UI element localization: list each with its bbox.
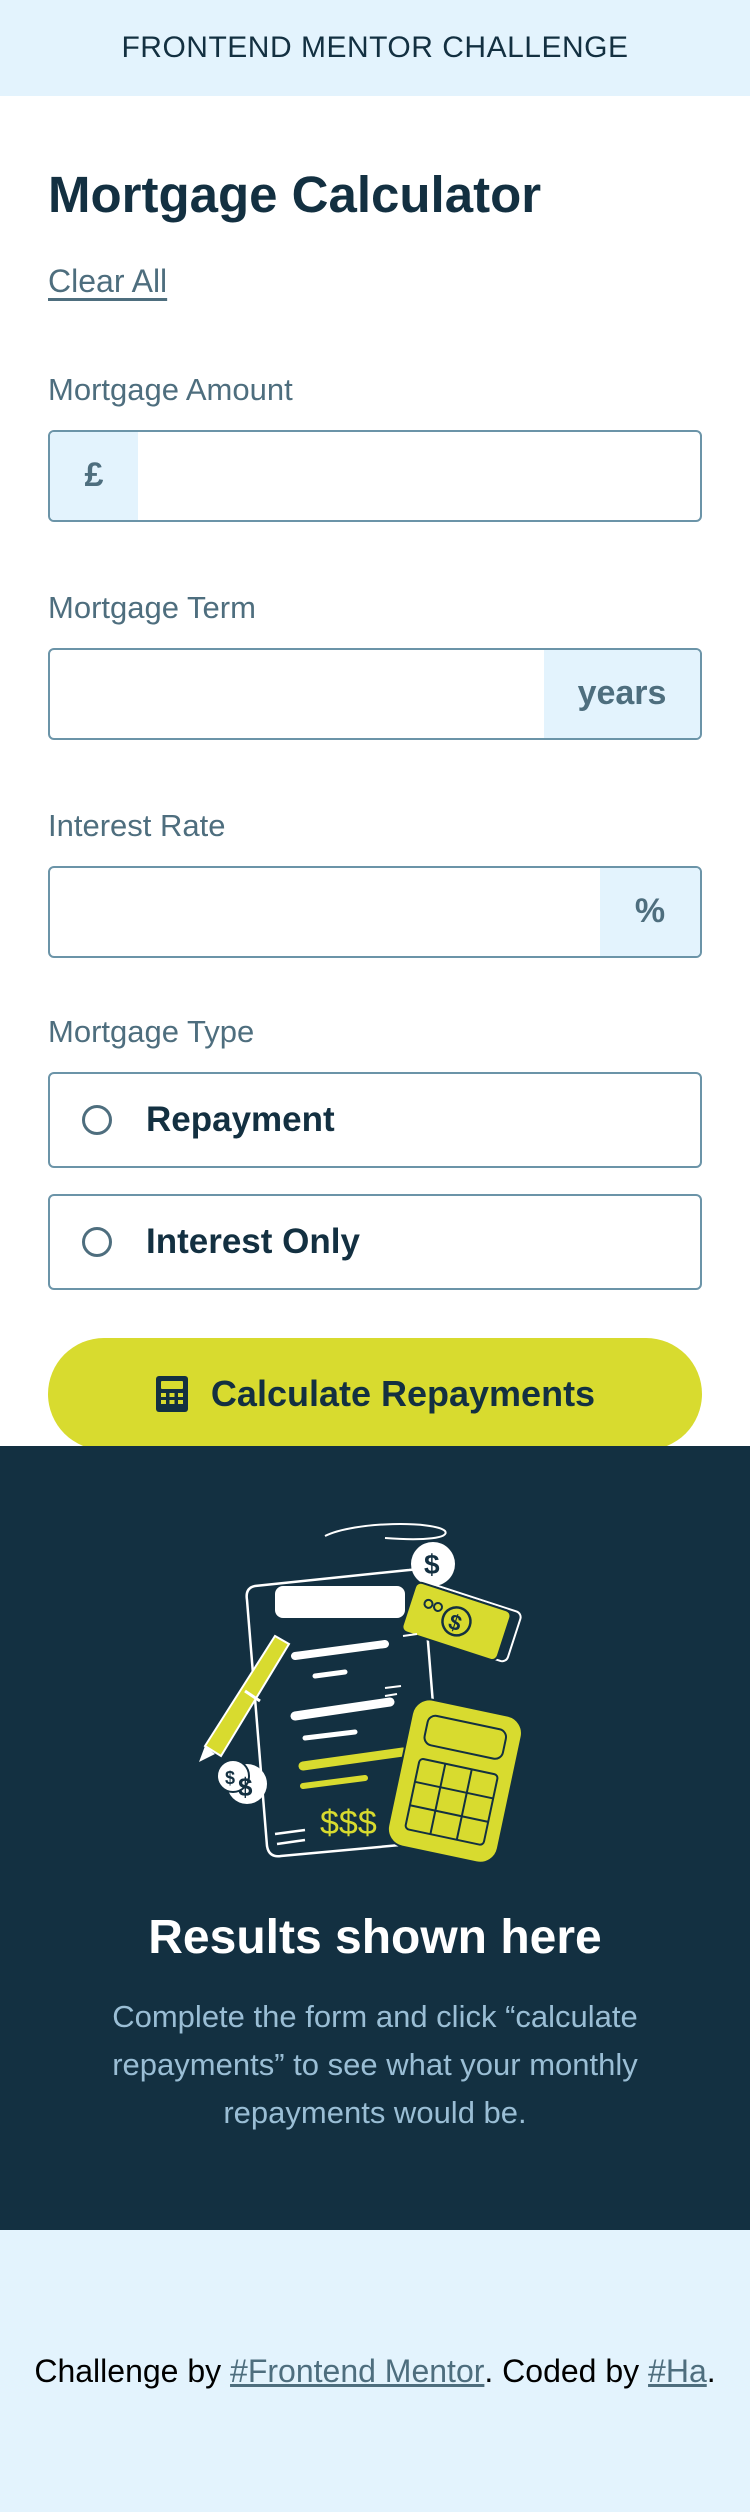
mortgage-amount-field[interactable]: £ xyxy=(48,429,702,522)
page-title: Mortgage Calculator xyxy=(48,166,542,223)
radio-repayment-label: Repayment xyxy=(146,1099,335,1139)
mortgage-amount-label: Mortgage Amount xyxy=(48,371,293,407)
clear-all-button[interactable]: Clear All xyxy=(48,263,167,300)
svg-text:$: $ xyxy=(424,1549,440,1580)
mortgage-term-label: Mortgage Term xyxy=(48,589,256,625)
frontend-mentor-link[interactable]: #Frontend Mentor xyxy=(230,2353,484,2390)
challenge-banner: FRONTEND MENTOR CHALLENGE xyxy=(0,0,750,96)
calculate-button-label: Calculate Repayments xyxy=(210,1372,596,1414)
svg-text:$$$: $$$ xyxy=(320,1804,377,1842)
calculate-repayments-button[interactable]: Calculate Repayments xyxy=(48,1337,702,1450)
banner-title: FRONTEND MENTOR CHALLENGE xyxy=(121,31,629,64)
results-title: Results shown here xyxy=(148,1911,602,1964)
svg-text:$: $ xyxy=(238,1772,253,1802)
mortgage-amount-input[interactable] xyxy=(138,431,700,520)
attribution-prefix: Challenge by xyxy=(34,2352,231,2389)
mortgage-term-input[interactable] xyxy=(50,649,544,738)
interest-rate-field[interactable]: % xyxy=(48,865,702,958)
results-description: Complete the form and click “calculate r… xyxy=(112,1999,638,2130)
results-panel: $$$ $ $ $ $ Results shown here Complete … xyxy=(0,1446,750,2230)
radio-interest-only-label: Interest Only xyxy=(146,1221,360,1261)
attribution-suffix: . xyxy=(706,2352,716,2389)
years-suffix: years xyxy=(544,649,700,738)
currency-prefix: £ xyxy=(50,431,138,520)
attribution-footer: Challenge by #Frontend Mentor. Coded by … xyxy=(0,2230,750,2512)
radio-interest-only[interactable]: Interest Only xyxy=(48,1193,702,1290)
interest-rate-input[interactable] xyxy=(50,867,600,956)
mortgage-term-field[interactable]: years xyxy=(48,647,702,740)
mortgage-type-label: Mortgage Type xyxy=(48,1013,255,1049)
radio-circle-icon[interactable] xyxy=(82,1226,112,1257)
percent-suffix: % xyxy=(600,867,700,956)
svg-text:$: $ xyxy=(225,1768,235,1788)
radio-repayment[interactable]: Repayment xyxy=(48,1071,702,1168)
attribution-middle: . Coded by xyxy=(484,2352,649,2389)
interest-rate-label: Interest Rate xyxy=(48,807,226,843)
empty-results-illustration: $$$ $ $ $ $ xyxy=(199,1523,523,1864)
radio-circle-icon[interactable] xyxy=(82,1104,112,1135)
calculator-icon xyxy=(155,1375,188,1412)
mortgage-form: Mortgage Calculator Clear All Mortgage A… xyxy=(0,96,750,1450)
author-link[interactable]: #Ha xyxy=(648,2353,707,2390)
